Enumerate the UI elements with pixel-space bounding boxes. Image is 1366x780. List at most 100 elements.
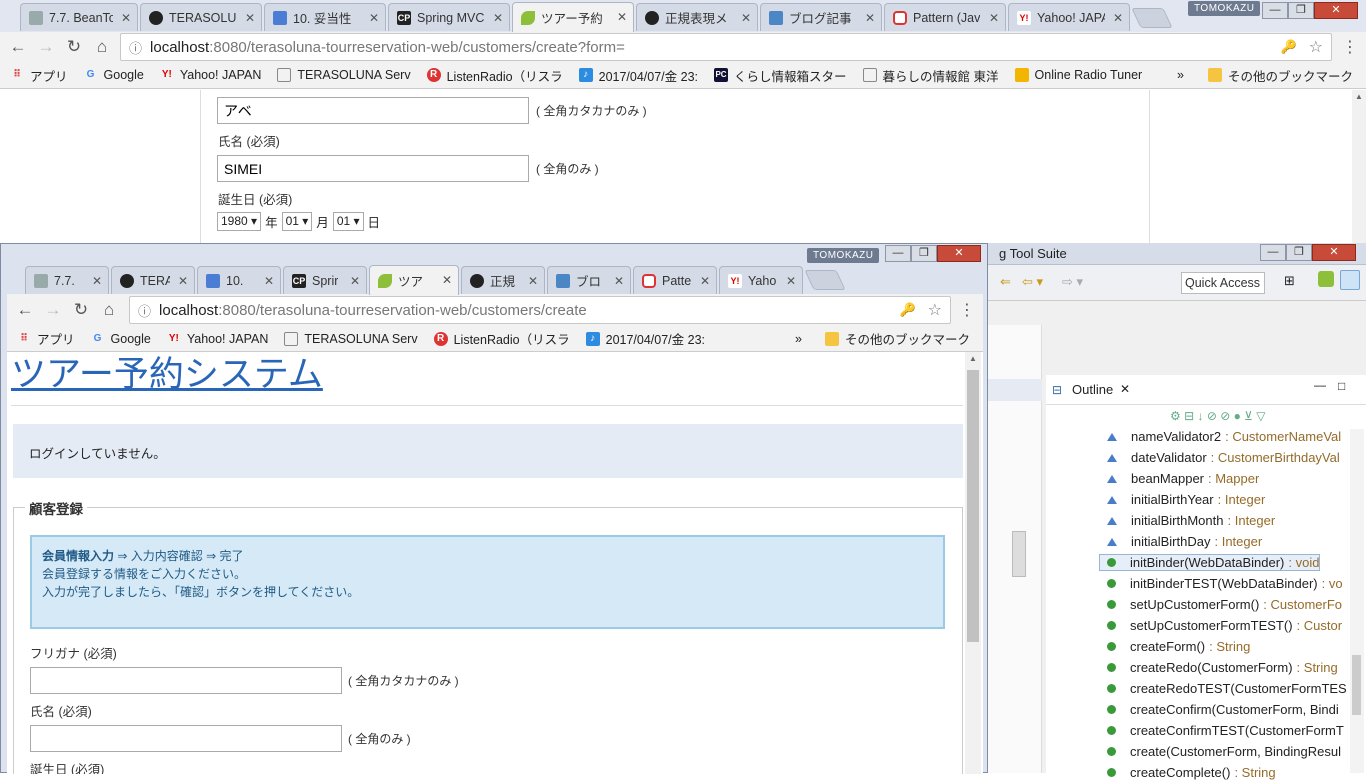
outline-item[interactable]: dateValidator: CustomerBirthdayVal — [1100, 450, 1340, 465]
close-icon[interactable]: ✕ — [493, 11, 503, 25]
minimize-icon[interactable]: — — [1262, 2, 1288, 19]
front-tab-2[interactable]: 10. ✕ — [197, 266, 281, 294]
year-select[interactable]: 1980 ▾ — [217, 212, 262, 231]
back-tab-4[interactable]: ツアー予約 ✕ — [512, 2, 634, 32]
prev-edit-icon[interactable]: ⇦ ▾ — [1022, 274, 1043, 290]
debug-perspective-icon[interactable] — [1340, 270, 1360, 290]
back-tab-7[interactable]: Pattern (Jav ✕ — [884, 3, 1006, 31]
bookmark-yahoo[interactable]: Y! Yahoo! JAPAN — [160, 68, 262, 82]
minimize-icon[interactable]: — — [885, 245, 911, 262]
close-icon[interactable]: ✕ — [245, 11, 255, 25]
month-select[interactable]: 01 ▾ — [281, 212, 313, 231]
scroll-up-icon[interactable]: ▲ — [969, 354, 977, 363]
back-address-bar[interactable]: ⓘ localhost:8080/terasoluna-tourreservat… — [120, 33, 1332, 61]
close-icon[interactable]: ✕ — [617, 10, 627, 24]
close-icon[interactable]: ✕ — [865, 11, 875, 25]
outline-scrollbar[interactable] — [1350, 429, 1364, 773]
maximize-icon[interactable]: ❐ — [911, 245, 937, 262]
close-icon[interactable]: ✕ — [92, 274, 102, 288]
close-window-icon[interactable]: ✕ — [1314, 2, 1358, 19]
back-tab-6[interactable]: ブログ記事 ✕ — [760, 3, 882, 31]
quick-access-field[interactable]: Quick Access — [1181, 272, 1265, 294]
back-nav-icon[interactable]: ⇐ — [1000, 274, 1011, 290]
back-tab-2[interactable]: 10. 妥当性 ✕ — [264, 3, 386, 31]
close-icon[interactable]: ✕ — [528, 274, 538, 288]
forward-nav-icon[interactable]: ⇨ ▾ — [1062, 274, 1083, 290]
bookmark-listenradio[interactable]: R ListenRadio（リスラ — [426, 66, 563, 85]
close-icon[interactable]: ✕ — [741, 11, 751, 25]
back-tab-5[interactable]: 正規表現メ ✕ — [636, 3, 758, 31]
bookmark-date[interactable]: ♪ 2017/04/07/金 23: — [585, 329, 705, 348]
editor-scroll-thumb[interactable] — [1012, 531, 1026, 577]
outline-item[interactable]: createRedo(CustomerForm): String — [1100, 660, 1338, 675]
close-icon[interactable]: ✕ — [121, 11, 131, 25]
other-bookmarks[interactable]: その他のブックマーク — [825, 329, 970, 348]
outline-item[interactable]: createForm(): String — [1100, 639, 1250, 654]
back-name-input[interactable] — [217, 155, 529, 182]
open-perspective-icon[interactable]: ⊞ — [1284, 273, 1295, 289]
site-title-link[interactable]: ツアー予約システム — [11, 352, 323, 397]
menu-icon[interactable]: ⋮ — [1342, 37, 1358, 57]
info-icon[interactable]: ⓘ — [129, 38, 142, 57]
home-icon[interactable]: ⌂ — [88, 37, 116, 57]
name-input[interactable] — [30, 725, 342, 752]
back-tab-0[interactable]: 7.7. BeanTo ✕ — [20, 3, 138, 31]
bookmarks-more[interactable]: » — [795, 332, 802, 346]
outline-item[interactable]: initBinderTEST(WebDataBinder): vo — [1100, 576, 1343, 591]
close-icon[interactable]: ✕ — [989, 11, 999, 25]
outline-item[interactable]: setUpCustomerForm(): CustomerFo — [1100, 597, 1342, 612]
front-address-bar[interactable]: ⓘ localhost:8080/terasoluna-tourreservat… — [129, 296, 951, 324]
outline-item[interactable]: setUpCustomerFormTEST(): Custor — [1100, 618, 1342, 633]
bookmark-yahoo[interactable]: Y! Yahoo! JAPAN — [167, 332, 269, 346]
close-icon[interactable]: ✕ — [700, 274, 710, 288]
close-icon[interactable]: ✕ — [1113, 11, 1123, 25]
minimize-icon[interactable]: — — [1314, 378, 1326, 392]
back-arrow-icon[interactable]: ← — [4, 37, 32, 57]
bookmark-kurashi[interactable]: PC くらし情報箱スター — [714, 66, 847, 85]
close-window-icon[interactable]: ✕ — [937, 245, 981, 262]
front-tab-7[interactable]: Patte ✕ — [633, 266, 717, 294]
reload-icon[interactable]: ↻ — [67, 300, 95, 320]
close-icon[interactable]: ✕ — [350, 274, 360, 288]
maximize-icon[interactable]: ❐ — [1286, 244, 1312, 261]
star-icon[interactable]: ☆ — [1309, 37, 1323, 57]
forward-arrow-icon[interactable]: → — [32, 37, 60, 57]
front-scrollbar[interactable]: ▲ — [965, 352, 981, 774]
front-tab-4[interactable]: ツア ✕ — [369, 265, 459, 295]
menu-icon[interactable]: ⋮ — [959, 300, 975, 320]
close-icon[interactable]: ✕ — [264, 274, 274, 288]
key-icon[interactable]: 🔑 — [900, 302, 916, 318]
forward-arrow-icon[interactable]: → — [39, 300, 67, 320]
maximize-icon[interactable]: □ — [1338, 379, 1345, 393]
kana-input[interactable] — [30, 667, 342, 694]
back-scrollbar[interactable]: ▲ — [1352, 90, 1366, 245]
outline-item[interactable]: create(CustomerForm, BindingResul — [1100, 744, 1345, 759]
close-icon[interactable]: ✕ — [442, 273, 452, 287]
spring-perspective-icon[interactable] — [1318, 271, 1334, 287]
outline-toolbar-icons[interactable]: ⚙ ⊟ ↓ ⊘ ⊘ ● ⊻ ▽ — [1170, 409, 1266, 423]
close-icon[interactable]: ✕ — [786, 274, 796, 288]
front-tab-6[interactable]: ブロ ✕ — [547, 266, 631, 294]
front-tab-0[interactable]: 7.7. ✕ — [25, 266, 109, 294]
front-tab-3[interactable]: CP Sprir ✕ — [283, 266, 367, 294]
front-tab-8[interactable]: Y! Yaho ✕ — [719, 266, 803, 294]
new-tab-button[interactable] — [1131, 8, 1173, 28]
close-window-icon[interactable]: ✕ — [1312, 244, 1356, 261]
bookmark-google[interactable]: G Google — [84, 68, 144, 82]
bookmark-apps[interactable]: ⠿ アプリ — [10, 66, 67, 85]
bookmark-toyo[interactable]: 暮らしの情報館 東洋 — [862, 66, 999, 85]
outline-item[interactable]: createRedoTEST(CustomerFormTES — [1100, 681, 1351, 696]
bookmark-listenradio[interactable]: R ListenRadio（リスラ — [433, 329, 570, 348]
bookmark-terasoluna[interactable]: TERASOLUNA Serv — [284, 331, 418, 346]
outline-item[interactable]: initBinder(WebDataBinder): void — [1098, 554, 1321, 571]
key-icon[interactable]: 🔑 — [1281, 39, 1297, 55]
front-tab-1[interactable]: TERA✕ — [111, 266, 195, 294]
profile-badge[interactable]: TOMOKAZU — [807, 248, 880, 263]
close-icon[interactable]: ✕ — [1120, 382, 1130, 396]
bookmark-apps[interactable]: ⠿ アプリ — [17, 329, 74, 348]
info-icon[interactable]: ⓘ — [138, 301, 151, 320]
back-arrow-icon[interactable]: ← — [11, 300, 39, 320]
close-icon[interactable]: ✕ — [178, 274, 188, 288]
bookmark-date[interactable]: ♪ 2017/04/07/金 23: — [578, 66, 698, 85]
star-icon[interactable]: ☆ — [928, 300, 942, 320]
